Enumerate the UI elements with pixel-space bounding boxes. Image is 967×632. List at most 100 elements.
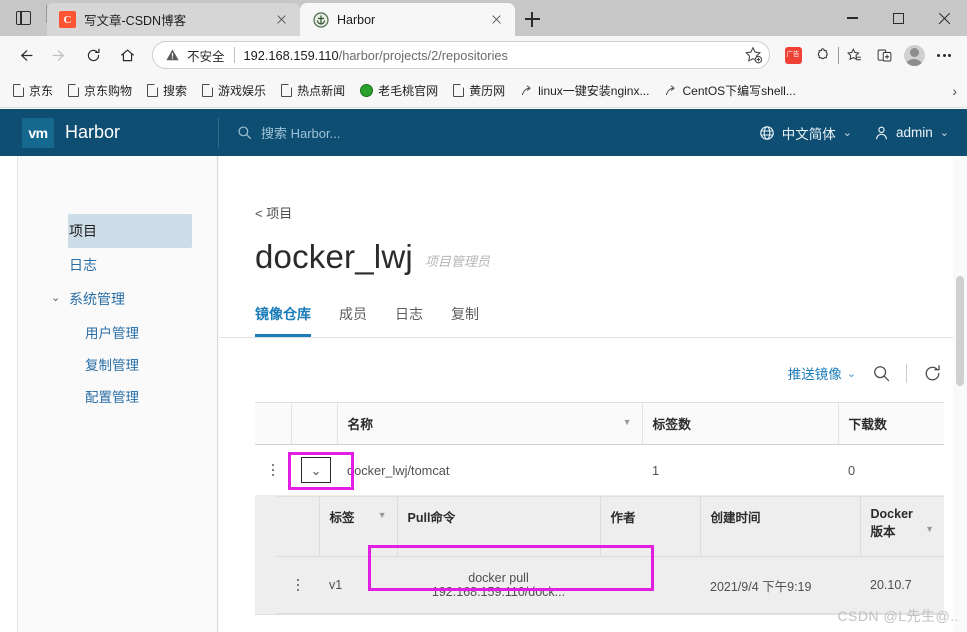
bookmark-item[interactable]: 老毛桃官网 (353, 78, 445, 103)
browser-tab-csdn[interactable]: C 写文章-CSDN博客 (47, 3, 300, 36)
new-tab-button[interactable] (515, 4, 549, 34)
address-bar[interactable]: 不安全 192.168.159.110/harbor/projects/2/re… (152, 41, 770, 69)
repository-name[interactable]: docker_lwj/tomcat (337, 444, 642, 496)
page-scrollbar[interactable] (953, 156, 967, 632)
breadcrumb[interactable]: < 项目 (219, 156, 967, 222)
tag-count-value: 1 (642, 444, 838, 496)
sidebar-item-label: 系统管理 (69, 291, 125, 307)
push-image-button[interactable]: 推送镜像 ⌄ (788, 363, 856, 383)
expand-toggle-button[interactable]: ⌄ (301, 457, 331, 483)
bookmark-label: linux一键安装nginx... (538, 84, 650, 98)
watermark: CSDN @L先生@.. (837, 608, 959, 624)
reload-button[interactable] (76, 40, 110, 70)
filter-icon[interactable]: ▼ (623, 417, 632, 427)
harbor-icon (312, 11, 329, 28)
tab-replication[interactable]: 复制 (451, 304, 479, 337)
forward-button[interactable] (42, 40, 76, 70)
browser-tab-harbor[interactable]: Harbor (300, 3, 515, 36)
tags-header-row: 标签 ▼ Pull命令 作者 创建时间 Docker 版本 ▼ (277, 496, 944, 557)
tab-label: 日志 (395, 306, 423, 322)
refresh-icon (925, 364, 940, 380)
url-host: 192.168.159.110 (243, 47, 339, 63)
bookmark-item[interactable]: linux一键安装nginx... (513, 78, 656, 103)
sidebar-item-logs[interactable]: 日志 (19, 248, 217, 282)
bookmark-item[interactable]: 热点新闻 (274, 78, 352, 103)
extensions-button[interactable] (808, 40, 838, 70)
filter-icon[interactable]: ▼ (378, 510, 387, 520)
browser-tabstrip: C 写文章-CSDN博客 Harbor (0, 0, 967, 36)
left-rail (0, 156, 18, 632)
sidebar-item-replication-management[interactable]: 复制管理 (19, 348, 217, 380)
forward-arrow-icon (52, 49, 64, 61)
nested-table-cell: 标签 ▼ Pull命令 作者 创建时间 Docker 版本 ▼ v1 docke… (255, 495, 944, 615)
bookmark-item[interactable]: CentOS下编写shell... (657, 78, 802, 103)
bookmark-item[interactable]: 搜索 (140, 78, 194, 103)
row-expand-cell[interactable]: ⌄ (291, 444, 337, 496)
minimize-button[interactable] (829, 2, 875, 34)
more-options-button[interactable] (929, 40, 959, 70)
harbor-search[interactable]: 搜索 Harbor... (219, 123, 340, 142)
reload-icon (87, 48, 100, 61)
bookmark-label: 老毛桃官网 (378, 84, 439, 98)
refresh-button[interactable] (921, 362, 943, 384)
maximize-button[interactable] (875, 2, 921, 34)
harbor-brand-name: Harbor (65, 122, 121, 142)
home-button[interactable] (110, 40, 144, 70)
sidebar-item-configuration-management[interactable]: 配置管理 (19, 380, 217, 412)
tab-search-button[interactable] (0, 0, 46, 36)
table-row[interactable]: v1 docker pull 192.168.159.110/dock... 2… (277, 556, 944, 614)
sidebar-item-label: 日志 (69, 257, 97, 273)
pull-command[interactable]: docker pull 192.168.159.110/dock... (397, 556, 600, 614)
col-created-time: 创建时间 (699, 496, 860, 557)
filter-icon[interactable]: ▼ (925, 524, 934, 534)
bookmark-label: CentOS下编写shell... (682, 84, 796, 98)
col-name[interactable]: 名称 ▼ (336, 402, 642, 445)
user-menu[interactable]: admin ⌄ (874, 125, 949, 141)
tab-repositories[interactable]: 镜像仓库 (255, 304, 311, 337)
main-content: < 项目 docker_lwj 项目管理员 镜像仓库 成员 日志 复制 推送镜像… (219, 156, 967, 632)
sidebar-group-administration[interactable]: ⌄ 系统管理 (19, 282, 217, 316)
tab-members[interactable]: 成员 (339, 304, 367, 337)
close-icon[interactable] (273, 11, 290, 28)
sidebar-item-label: 项目 (69, 223, 97, 239)
table-row[interactable]: ⌄ docker_lwj/tomcat 1 0 (255, 444, 944, 496)
extension-red-icon: 广告 (784, 46, 802, 64)
bookmark-item[interactable]: 京东 (6, 78, 60, 103)
sidebar-item-projects[interactable]: 项目 (68, 214, 192, 248)
sidebar-item-user-management[interactable]: 用户管理 (19, 316, 217, 348)
favorites-star-icon (846, 47, 861, 60)
bookmark-item[interactable]: 黄历网 (446, 78, 512, 103)
col-name-label: 名称 (347, 417, 374, 432)
search-button[interactable] (870, 362, 892, 384)
close-icon[interactable] (488, 11, 505, 28)
bookmark-item[interactable]: 京东购物 (61, 78, 139, 103)
bookmark-item[interactable]: 游戏娱乐 (195, 78, 273, 103)
extension-red-button[interactable]: 广告 (778, 40, 808, 70)
minimize-icon (846, 17, 858, 19)
tag-row-actions-cell[interactable] (277, 556, 319, 614)
language-selector[interactable]: 中文简体 ⌄ (759, 123, 852, 143)
back-button[interactable] (8, 40, 42, 70)
more-icon[interactable] (287, 578, 309, 592)
user-icon (876, 126, 887, 139)
col-docker-version[interactable]: Docker 版本 ▼ (859, 496, 944, 557)
window-close-button[interactable] (921, 2, 967, 34)
repositories-table: 名称 ▼ 标签数 下载数 ⌄ docker_lwj/tomcat 1 0 标签 … (255, 402, 944, 615)
harbor-brand[interactable]: vm Harbor (0, 109, 218, 156)
row-actions-cell[interactable] (255, 444, 291, 496)
page-icon (147, 83, 159, 97)
tab-logs[interactable]: 日志 (395, 304, 423, 337)
page-icon (453, 83, 465, 97)
more-icon[interactable] (265, 463, 281, 477)
favorites-button[interactable] (839, 40, 869, 70)
bookmarks-overflow-button[interactable]: › (952, 83, 957, 99)
profile-button[interactable] (899, 40, 929, 70)
tag-created-time: 2021/9/4 下午9:19 (700, 556, 860, 614)
user-label: admin (896, 125, 933, 140)
star-add-icon[interactable] (743, 45, 763, 65)
col-pull-command: Pull命令 (396, 496, 600, 557)
col-tag[interactable]: 标签 ▼ (318, 496, 397, 557)
collections-button[interactable] (869, 40, 899, 70)
browser-navbar: 不安全 192.168.159.110/harbor/projects/2/re… (0, 36, 967, 74)
scrollbar-thumb[interactable] (956, 276, 964, 386)
